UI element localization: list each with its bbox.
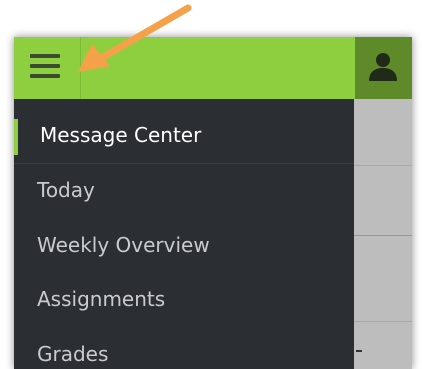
- hamburger-menu-icon[interactable]: [30, 53, 60, 79]
- drawer-item-grades[interactable]: Grades: [14, 328, 354, 369]
- person-icon: [369, 53, 397, 81]
- drawer-item-label: Today: [37, 178, 95, 202]
- app-header: [14, 37, 412, 99]
- content-divider-blue: [354, 235, 412, 236]
- drawer-item-label: Weekly Overview: [37, 233, 210, 257]
- drawer-item-label: Grades: [37, 342, 109, 366]
- active-indicator: [14, 119, 18, 155]
- content-dash: [356, 350, 362, 352]
- drawer-item-assignments[interactable]: Assignments: [14, 273, 354, 327]
- drawer-item-message-center[interactable]: Message Center: [14, 109, 354, 164]
- content-divider: [354, 165, 412, 166]
- drawer-item-label: Message Center: [40, 123, 202, 147]
- content-divider: [354, 321, 412, 322]
- page-content-behind-drawer: [354, 99, 412, 369]
- profile-button[interactable]: [355, 37, 412, 99]
- drawer-item-weekly-overview[interactable]: Weekly Overview: [14, 219, 354, 273]
- drawer-item-today[interactable]: Today: [14, 164, 354, 218]
- drawer-item-label: Assignments: [37, 287, 166, 311]
- navigation-drawer: Message Center Today Weekly Overview Ass…: [14, 99, 354, 369]
- menu-button-zone[interactable]: [14, 37, 81, 99]
- screenshot-stage: Message Center Today Weekly Overview Ass…: [0, 0, 422, 369]
